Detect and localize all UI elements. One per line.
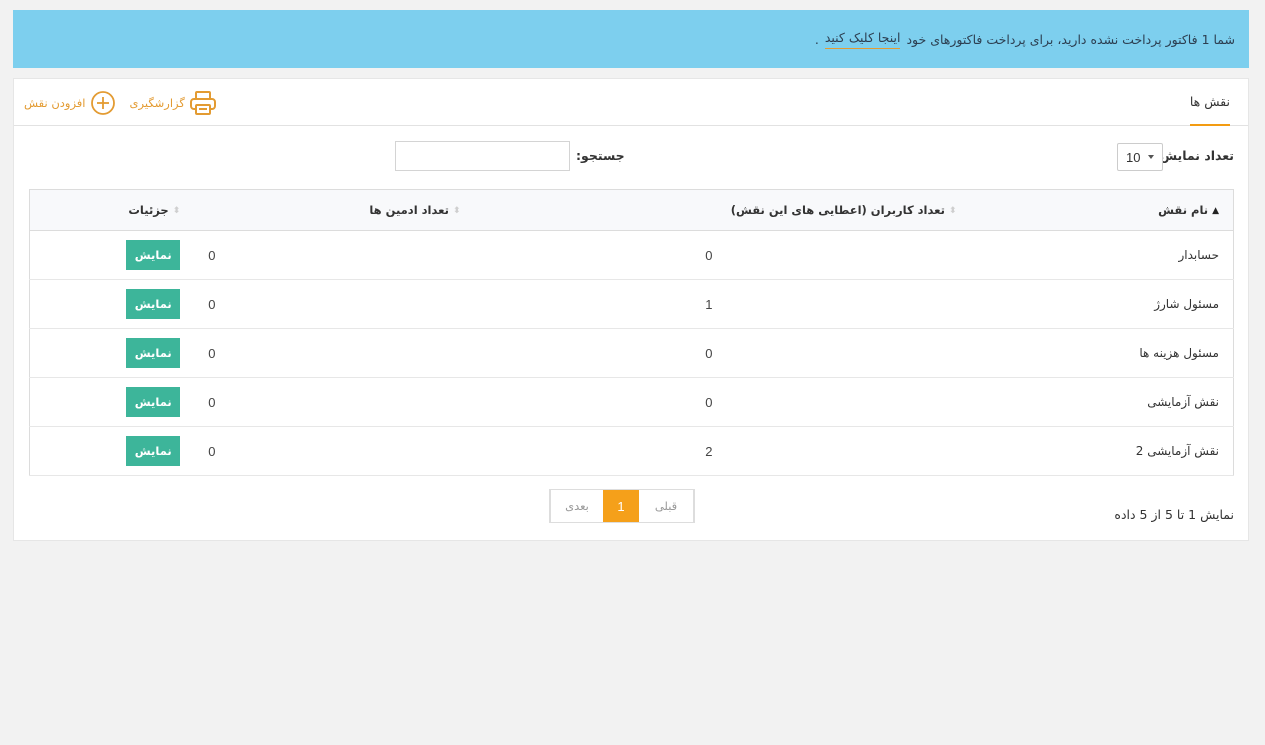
table-row: مسئول شارژ 1 0 نمایش: [29, 279, 1234, 329]
details-cell: نمایش: [29, 230, 195, 280]
user-count-cell: 0: [474, 377, 971, 427]
view-button[interactable]: نمایش: [126, 289, 181, 319]
role-name-cell: مسئول هزینه ها: [970, 328, 1234, 378]
details-cell: نمایش: [29, 279, 195, 329]
panel-header: نقش ها گزارشگیری افزودن نقش: [14, 79, 1248, 126]
table-row: نقش آزمایشی 0 0 نمایش: [29, 377, 1234, 427]
roles-table: ▲نام نقش ⬍تعداد کاربران (اعطایی های این …: [29, 189, 1234, 476]
prev-page-button[interactable]: قبلی: [639, 490, 694, 522]
add-role-label: افزودن نقش: [24, 96, 86, 110]
alert-pay-link[interactable]: اینجا کلیک کنید: [824, 30, 901, 49]
admin-count-cell: 0: [194, 230, 475, 280]
details-cell: نمایش: [29, 426, 195, 476]
column-user-count[interactable]: ⬍تعداد کاربران (اعطایی های این نقش): [474, 189, 971, 231]
role-name-cell: حسابدار: [970, 230, 1234, 280]
table-header-row: ▲نام نقش ⬍تعداد کاربران (اعطایی های این …: [29, 189, 1234, 231]
table-info: نمایش 1 تا 5 از 5 داده: [1114, 507, 1234, 522]
table-row: نقش آزمایشی 2 2 0 نمایش: [29, 426, 1234, 476]
column-role-name[interactable]: ▲نام نقش: [970, 189, 1234, 231]
page-1-button[interactable]: 1: [603, 490, 639, 522]
pagination: بعدی 1 قبلی: [549, 489, 695, 523]
report-button[interactable]: گزارشگیری: [130, 90, 217, 116]
printer-icon: [189, 90, 217, 116]
sort-icon: ⬍: [452, 205, 461, 216]
table-row: مسئول هزینه ها 0 0 نمایش: [29, 328, 1234, 378]
search-label: جستجو:: [576, 148, 625, 163]
alert-tail: .: [814, 31, 819, 47]
sort-asc-icon: ▲: [1212, 205, 1219, 216]
search-input[interactable]: [395, 141, 570, 171]
roles-panel: نقش ها گزارشگیری افزودن نقش تعداد نمایش …: [13, 78, 1249, 541]
caret-down-icon: [1148, 155, 1154, 159]
alert-text: شما 1 فاکتور پرداخت نشده دارید، برای پرد…: [906, 31, 1235, 47]
admin-count-cell: 0: [194, 426, 475, 476]
panel-actions: گزارشگیری افزودن نقش: [24, 89, 217, 117]
page-length-select[interactable]: 10: [1117, 143, 1163, 171]
user-count-cell: 0: [474, 230, 971, 280]
table-row: حسابدار 0 0 نمایش: [29, 230, 1234, 280]
view-button[interactable]: نمایش: [126, 436, 181, 466]
add-role-button[interactable]: افزودن نقش: [24, 90, 116, 116]
sort-icon: ⬍: [948, 205, 957, 216]
length-label: تعداد نمایش: [1159, 148, 1234, 163]
user-count-cell: 0: [474, 328, 971, 378]
role-name-cell: نقش آزمایشی 2: [970, 426, 1234, 476]
column-details[interactable]: ⬍جزئیات: [29, 189, 195, 231]
admin-count-cell: 0: [194, 377, 475, 427]
sort-icon: ⬍: [172, 205, 181, 216]
plus-circle-icon: [90, 90, 116, 116]
view-button[interactable]: نمایش: [126, 338, 181, 368]
user-count-cell: 1: [474, 279, 971, 329]
role-name-cell: نقش آزمایشی: [970, 377, 1234, 427]
column-admin-count[interactable]: ⬍تعداد ادمین ها: [194, 189, 475, 231]
view-button[interactable]: نمایش: [126, 240, 181, 270]
unpaid-invoice-alert: شما 1 فاکتور پرداخت نشده دارید، برای پرد…: [13, 10, 1249, 68]
admin-count-cell: 0: [194, 328, 475, 378]
user-count-cell: 2: [474, 426, 971, 476]
table-controls: تعداد نمایش 10 جستجو:: [14, 141, 1248, 173]
details-cell: نمایش: [29, 328, 195, 378]
page-length-value: 10: [1126, 149, 1141, 165]
admin-count-cell: 0: [194, 279, 475, 329]
report-label: گزارشگیری: [129, 96, 185, 110]
role-name-cell: مسئول شارژ: [970, 279, 1234, 329]
details-cell: نمایش: [29, 377, 195, 427]
view-button[interactable]: نمایش: [126, 387, 181, 417]
next-page-button[interactable]: بعدی: [550, 490, 603, 522]
tab-roles[interactable]: نقش ها: [1189, 79, 1230, 126]
